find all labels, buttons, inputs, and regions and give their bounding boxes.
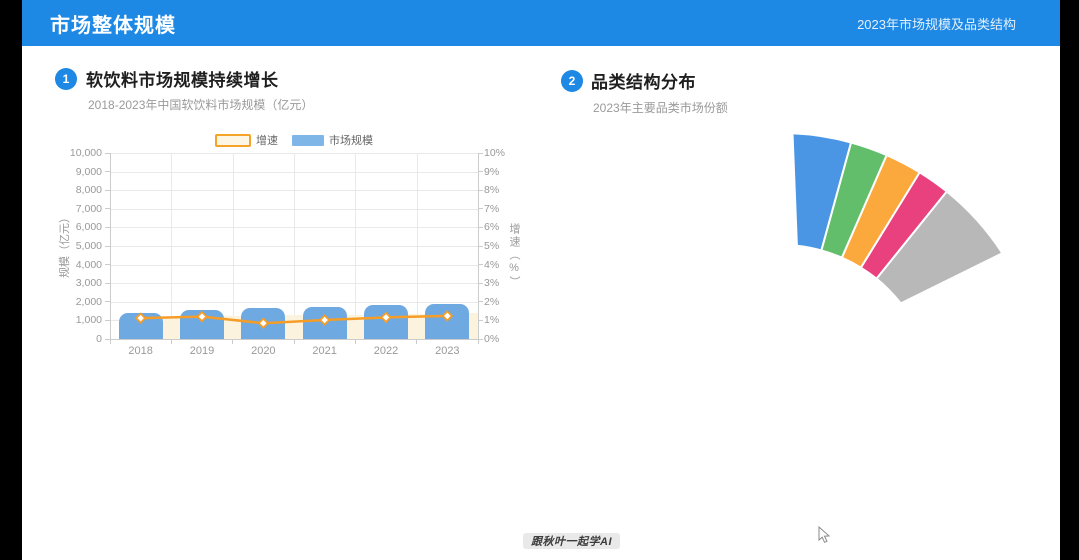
right-tick-label: 0% [484, 333, 524, 345]
right-tick [478, 171, 483, 172]
bottom-tick [416, 339, 417, 344]
growth-line-marker-icon [197, 312, 206, 321]
legend-item-growth[interactable]: 增速 [215, 132, 278, 148]
slide-header: 市场整体规模 2023年市场规模及品类结构 [22, 0, 1060, 46]
right-tick [478, 264, 483, 265]
watermark-text: 跟秋叶一起学AI [531, 533, 612, 549]
x-tick-label: 2021 [295, 345, 355, 357]
x-tick-label: 2020 [233, 345, 293, 357]
bottom-tick [478, 339, 479, 344]
legend-item-scale[interactable]: 市场规模 [292, 132, 373, 148]
right-tick [478, 153, 483, 154]
growth-line-canvas [110, 153, 478, 339]
bottom-tick [171, 339, 172, 344]
scale-swatch-icon [292, 135, 324, 146]
left-tick-label: 9,000 [58, 166, 102, 178]
x-tick-label: 2018 [111, 345, 171, 357]
growth-line-marker-icon [381, 313, 390, 322]
section2-number-badge: 2 [561, 70, 583, 92]
mouse-cursor-icon [818, 526, 832, 544]
legend-scale-label: 市场规模 [329, 132, 373, 148]
left-tick-label: 0 [58, 333, 102, 345]
section2-title: 品类结构分布 [591, 68, 696, 93]
right-tick [478, 227, 483, 228]
watermark-badge: 跟秋叶一起学AI [523, 533, 620, 549]
section1-number: 1 [63, 72, 70, 86]
right-tick [478, 301, 483, 302]
right-tick-label: 1% [484, 314, 524, 326]
x-tick-label: 2019 [172, 345, 232, 357]
growth-line-marker-icon [136, 314, 145, 323]
page-title: 市场整体规模 [50, 9, 176, 38]
right-tick [478, 208, 483, 209]
growth-line-marker-icon [443, 311, 452, 320]
growth-line-marker-icon [320, 316, 329, 325]
x-tick-label: 2023 [417, 345, 477, 357]
right-tick [478, 283, 483, 284]
legend-growth-label: 增速 [256, 132, 278, 148]
right-tick [478, 190, 483, 191]
right-tick-label: 7% [484, 203, 524, 215]
pie-canvas [620, 95, 1060, 335]
section1-title: 软饮料市场规模持续增长 [86, 66, 279, 91]
bar-plot [110, 153, 478, 339]
window-edge-left [0, 0, 22, 560]
right-tick [478, 246, 483, 247]
left-axis-title: 规模（亿元） [56, 185, 72, 305]
x-tick-label: 2022 [356, 345, 416, 357]
bottom-tick [232, 339, 233, 344]
bottom-axis-line [110, 339, 478, 340]
window-edge-right [1060, 0, 1079, 560]
category-pie-chart [620, 95, 1060, 335]
left-tick-label: 10,000 [58, 147, 102, 159]
section2-number: 2 [569, 74, 576, 88]
growth-line [141, 316, 448, 323]
right-tick-label: 2% [484, 296, 524, 308]
header-subtitle: 2023年市场规模及品类结构 [857, 14, 1016, 33]
bottom-tick [110, 339, 111, 344]
right-tick-label: 8% [484, 184, 524, 196]
bottom-tick [294, 339, 295, 344]
bar-chart-legend: 增速 市场规模 [215, 132, 373, 148]
right-axis-title: 增速（%） [506, 223, 522, 289]
section1-subtitle: 2018-2023年中国软饮料市场规模（亿元） [88, 96, 313, 113]
growth-swatch-icon [215, 134, 251, 147]
right-tick-label: 9% [484, 166, 524, 178]
right-tick [478, 320, 483, 321]
right-tick-label: 10% [484, 147, 524, 159]
growth-line-marker-icon [259, 319, 268, 328]
market-size-chart: 规模（亿元） 增速（%） 10,00010%9,0009%8,0008%7,00… [110, 153, 478, 339]
bottom-tick [355, 339, 356, 344]
right-tick [478, 339, 483, 340]
section1-number-badge: 1 [55, 68, 77, 90]
left-tick-label: 1,000 [58, 314, 102, 326]
